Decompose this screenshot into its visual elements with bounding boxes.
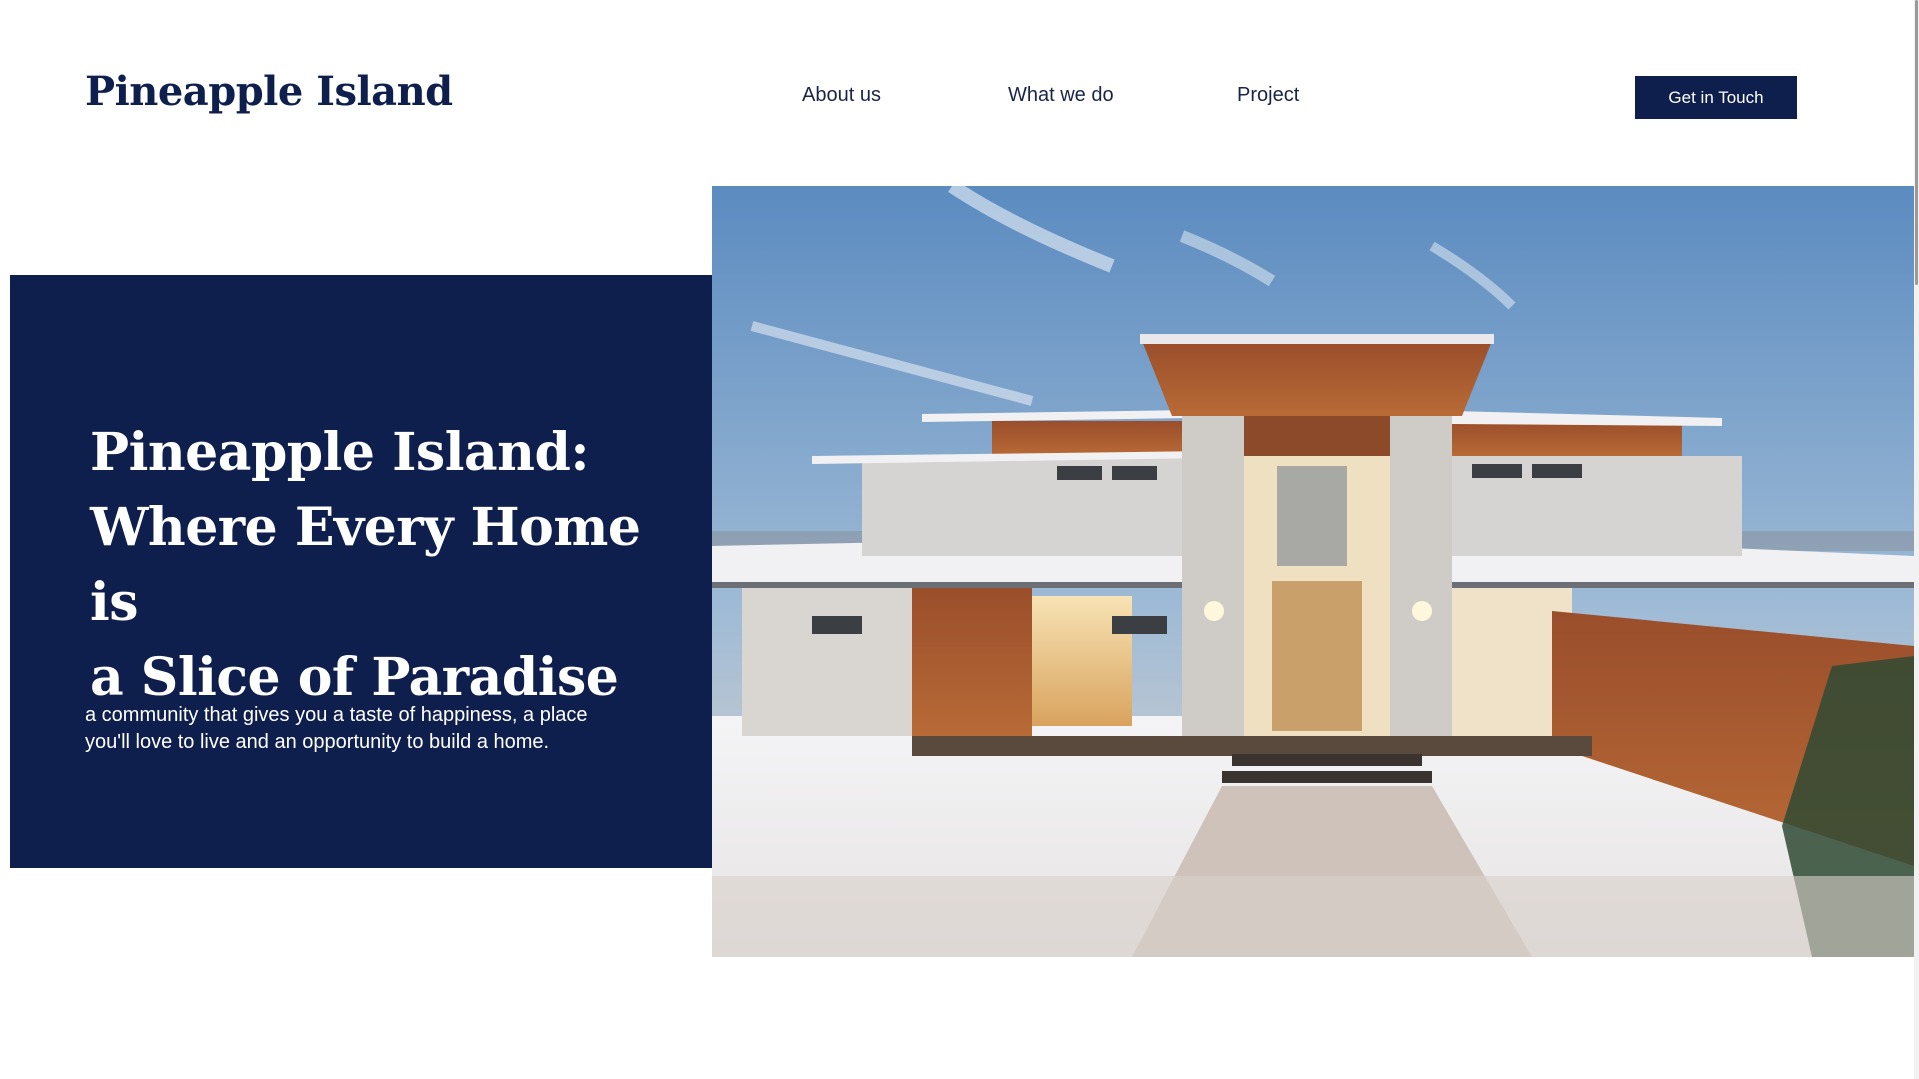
nav-about-us[interactable]: About us: [802, 85, 881, 105]
hero-subtitle-line: a community that gives you a taste of ha…: [85, 704, 588, 726]
hero-panel: Pineapple Island: Where Every Home is a …: [10, 275, 712, 868]
hero-title-line: Where Every Home is: [90, 497, 641, 633]
modern-house-illustration: [712, 186, 1914, 957]
get-in-touch-button[interactable]: Get in Touch: [1635, 76, 1797, 119]
site-logo[interactable]: Pineapple Island: [85, 72, 453, 112]
hero-title: Pineapple Island: Where Every Home is a …: [90, 415, 690, 715]
hero-title-line: Pineapple Island:: [90, 422, 590, 483]
hero-subtitle-line: you'll love to live and an opportunity t…: [85, 731, 550, 753]
hero-house-image: [712, 186, 1914, 957]
page: Pineapple Island About us What we do Pro…: [0, 0, 1919, 1079]
hero-title-line: a Slice of Paradise: [90, 647, 619, 708]
nav-project[interactable]: Project: [1237, 85, 1299, 105]
hero-subtitle: a community that gives you a taste of ha…: [85, 702, 645, 756]
nav-what-we-do[interactable]: What we do: [1008, 85, 1114, 105]
page-scrollbar-thumb[interactable]: [1915, 0, 1918, 285]
